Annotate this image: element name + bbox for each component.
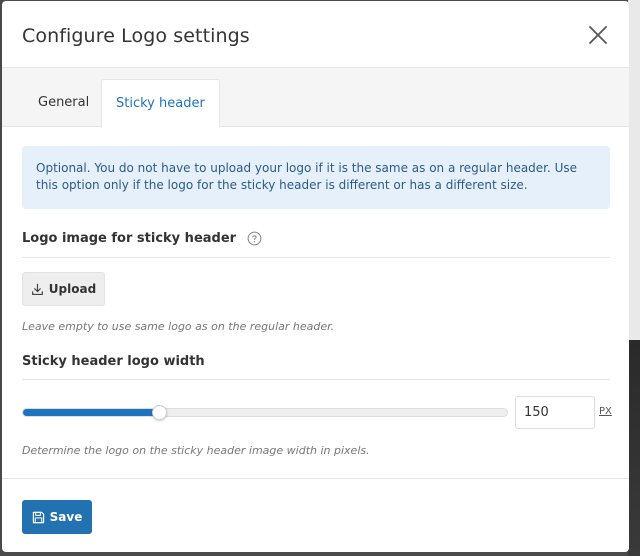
tab-sticky-header[interactable]: Sticky header	[101, 79, 220, 128]
question-circle-icon[interactable]	[247, 231, 262, 246]
upload-button[interactable]: Upload	[22, 272, 105, 306]
close-button[interactable]	[585, 22, 611, 48]
slider-fill	[23, 409, 159, 416]
settings-tabs: General Sticky header	[2, 68, 629, 128]
logo-image-hint: Leave empty to use same logo as on the r…	[22, 320, 335, 333]
divider	[22, 257, 610, 258]
slider-handle[interactable]	[152, 405, 167, 420]
logo-width-label: Sticky header logo width	[22, 354, 205, 369]
logo-width-slider[interactable]	[22, 405, 508, 420]
logo-image-label: Logo image for sticky header	[22, 231, 237, 246]
page-backdrop	[628, 0, 640, 556]
logo-image-field: Logo image for sticky header	[22, 231, 262, 246]
tab-general[interactable]: General	[24, 79, 103, 127]
upload-label: Upload	[48, 282, 97, 296]
divider	[22, 379, 610, 380]
save-label: Save	[49, 510, 83, 524]
unit-selector[interactable]: PX	[599, 406, 612, 417]
logo-settings-modal: Configure Logo settings General Sticky h…	[2, 1, 629, 552]
floppy-disk-icon	[32, 511, 44, 523]
info-notice: Optional. You do not have to upload your…	[22, 146, 610, 209]
modal-header: Configure Logo settings	[2, 1, 629, 68]
modal-footer: Save	[2, 478, 629, 552]
download-icon	[31, 283, 43, 295]
logo-width-hint: Determine the logo on the sticky header …	[22, 444, 370, 457]
close-icon	[589, 26, 607, 44]
save-button[interactable]: Save	[22, 500, 92, 534]
modal-title: Configure Logo settings	[22, 25, 250, 47]
logo-width-input[interactable]	[515, 396, 595, 429]
